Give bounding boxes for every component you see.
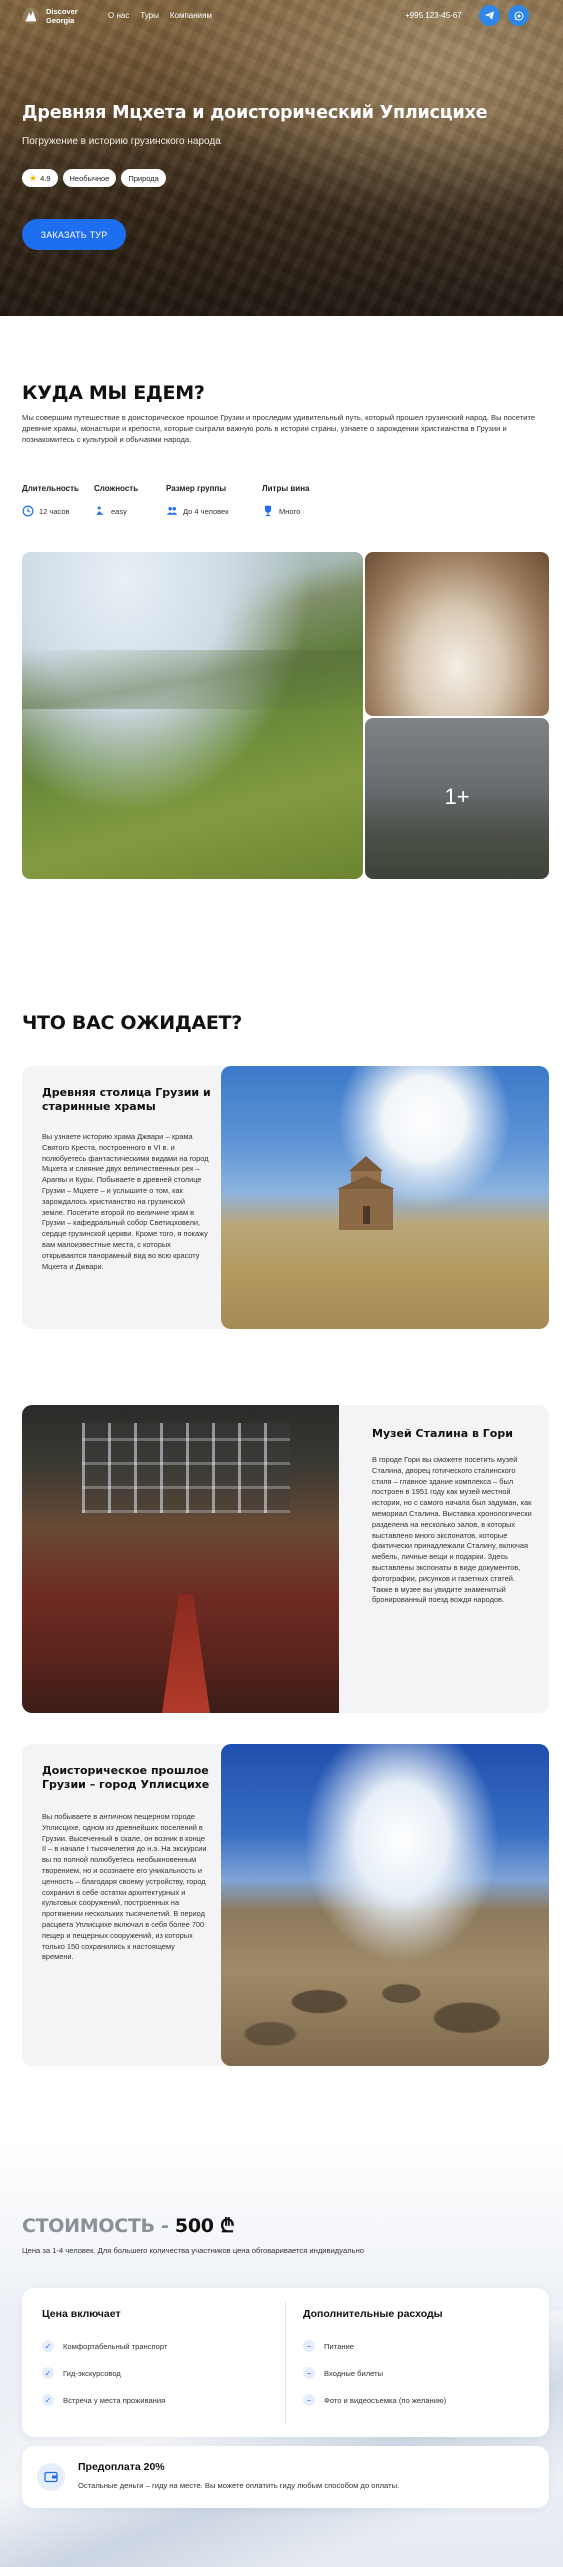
included-item: ✓ Комфортабельный транспорт <box>42 2340 167 2352</box>
card-title: Музей Сталина в Гори <box>372 1427 513 1440</box>
photo-stalin-museum <box>22 1405 350 1713</box>
card-title: Древняя столица Грузии и старинные храмы <box>42 1086 211 1113</box>
page-subtitle: Погружение в историю грузинского народа <box>22 136 221 147</box>
logo-line-2: Georgia <box>46 16 75 25</box>
hero-section: Discover Georgia О нас Туры Компаниям +9… <box>0 0 563 316</box>
rating-value: 4.9 <box>40 173 51 183</box>
card-title: Доисторическое прошлое Грузии – город Уп… <box>42 1764 210 1791</box>
prepayment-text: Остальные деньги – гиду на месте. Вы мож… <box>78 2481 400 2490</box>
card-text: Вы побываете в античном пещерном городе … <box>42 1812 207 1962</box>
expect-card-gori: Музей Сталина в Гори В городе Гори вы см… <box>339 1405 549 1713</box>
fact-label: Размер группы <box>166 484 227 493</box>
expect-card-uplistsikhe: Доисторическое прошлое Грузии – город Уп… <box>22 1744 254 2066</box>
price-note: Цена за 1-4 человек. Для большего количе… <box>22 2246 364 2255</box>
photo-jvari-monastery <box>221 1066 549 1329</box>
tour-facts: Длительность 12 часов Сложность easy Раз… <box>22 484 334 517</box>
extra-item: − Фото и видеосъемка (по желанию) <box>303 2394 446 2406</box>
where-intro: Мы совершим путешествие в доисторическое… <box>22 413 536 444</box>
photo-dinner[interactable] <box>365 552 549 716</box>
main-nav: О нас Туры Компаниям <box>108 11 212 20</box>
minus-icon: − <box>303 2367 315 2379</box>
card-text: Вы узнаете историю храма Джвари – храма … <box>42 1132 209 1271</box>
fact-label: Сложность <box>94 484 139 493</box>
included-label: Комфортабельный транспорт <box>63 2341 168 2351</box>
extra-title: Дополнительные расходы <box>303 2308 443 2320</box>
rating-badge: ★ 4.9 <box>22 169 58 187</box>
included-item: ✓ Гид-экскурсовод <box>42 2367 121 2379</box>
minus-icon: − <box>303 2394 315 2406</box>
nav-item-about[interactable]: О нас <box>108 11 129 20</box>
fact-value: easy <box>111 506 127 516</box>
star-icon: ★ <box>29 172 38 183</box>
fact-group-size: Размер группы До 4 человек <box>166 484 262 517</box>
fact-value: 12 часов <box>39 506 70 516</box>
extra-item: − Питание <box>303 2340 354 2352</box>
tag-unusual[interactable]: Необычное <box>62 169 117 187</box>
fact-label: Литры вина <box>262 484 310 493</box>
nav-item-companies[interactable]: Компаниям <box>170 11 212 20</box>
walker-icon <box>96 506 104 515</box>
photo-more[interactable]: 1+ <box>365 718 549 879</box>
extra-label: Фото и видеосъемка (по желанию) <box>324 2395 447 2405</box>
telegram-icon <box>484 11 495 20</box>
minus-icon: − <box>303 2340 315 2352</box>
fact-label: Длительность <box>22 484 79 493</box>
whatsapp-icon <box>514 11 523 20</box>
included-item: ✓ Встреча у места проживания <box>42 2394 165 2406</box>
photo-hikers[interactable] <box>22 552 363 879</box>
column-divider <box>285 2302 286 2423</box>
check-icon: ✓ <box>42 2340 54 2352</box>
fact-wine: Литры вина Много <box>262 484 334 517</box>
order-tour-button[interactable]: ЗАКАЗАТЬ ТУР <box>22 219 126 250</box>
wallet-icon <box>37 2463 65 2491</box>
prepayment-title: Предоплата 20% <box>78 2461 165 2473</box>
included-label: Гид-экскурсовод <box>63 2368 121 2378</box>
logo-line-1: Discover <box>46 7 78 16</box>
where-heading: КУДА МЫ ЕДЕМ? <box>22 382 205 404</box>
currency-icon: ₾ <box>220 2215 235 2237</box>
expect-card-mtskheta: Древняя столица Грузии и старинные храмы… <box>22 1066 254 1329</box>
price-label: СТОИМОСТЬ - <box>22 2215 175 2237</box>
price-details-card: Цена включает ✓ Комфортабельный транспор… <box>22 2288 549 2437</box>
page-title: Древняя Мцхета и доисторический Уплисцих… <box>22 103 488 123</box>
price-heading: СТОИМОСТЬ - 500 ₾ <box>22 2212 235 2238</box>
card-text: В городе Гори вы сможете посетить музей … <box>372 1455 532 1605</box>
price-amount: 500 <box>174 2215 214 2237</box>
expect-heading: ЧТО ВАС ОЖИДАЕТ? <box>22 1012 242 1034</box>
fact-duration: Длительность 12 часов <box>22 484 94 517</box>
fact-value: До 4 человек <box>183 506 229 516</box>
more-photos-count: 1+ <box>444 784 470 809</box>
group-icon <box>166 507 178 515</box>
wine-icon <box>265 505 271 517</box>
telegram-button[interactable] <box>479 5 500 26</box>
fact-difficulty: Сложность easy <box>94 484 166 517</box>
extra-label: Входные билеты <box>324 2368 384 2378</box>
phone-number[interactable]: +995 123-45-67 <box>405 11 462 20</box>
tag-nature[interactable]: Природа <box>121 169 166 187</box>
extra-label: Питание <box>324 2341 354 2351</box>
included-label: Встреча у места проживания <box>63 2395 166 2405</box>
site-logo[interactable]: Discover Georgia <box>22 7 78 25</box>
fact-value: Много <box>279 506 301 516</box>
church-illustration <box>337 1156 395 1230</box>
whatsapp-button[interactable] <box>508 5 529 26</box>
logo-icon <box>22 7 40 25</box>
extra-item: − Входные билеты <box>303 2367 383 2379</box>
prepayment-card: Предоплата 20% Остальные деньги – гиду н… <box>22 2446 549 2508</box>
tour-tags: ★ 4.9 Необычное Природа <box>22 169 166 187</box>
nav-item-tours[interactable]: Туры <box>140 11 159 20</box>
clock-icon <box>22 505 34 517</box>
included-title: Цена включает <box>42 2308 121 2320</box>
check-icon: ✓ <box>42 2367 54 2379</box>
photo-uplistsikhe <box>221 1744 549 2066</box>
check-icon: ✓ <box>42 2394 54 2406</box>
